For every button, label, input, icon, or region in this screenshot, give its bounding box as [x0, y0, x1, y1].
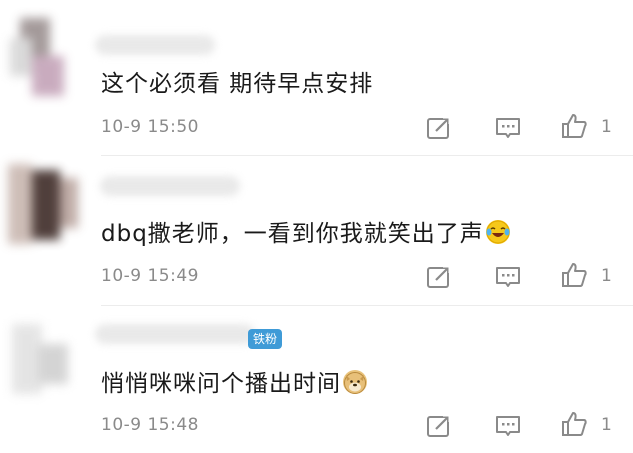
- comment-text: 悄悄咪咪问个播出时间: [101, 364, 367, 398]
- username-blurred[interactable]: [95, 35, 215, 55]
- share-edit-icon[interactable]: [425, 263, 453, 291]
- comment-text-content: dbq撒老师，一看到你我就笑出了声: [101, 221, 484, 247]
- like-count: 1: [601, 117, 612, 137]
- laugh-cry-emoji: [485, 220, 510, 244]
- comment-time: 10-9 15:50: [101, 117, 199, 137]
- comment-item: dbq撒老师，一看到你我就笑出了声 10-9 15:49 1: [0, 156, 633, 306]
- comment-time: 10-9 15:48: [101, 415, 199, 435]
- reply-comment-icon[interactable]: [494, 263, 522, 291]
- share-edit-icon[interactable]: [425, 412, 453, 440]
- avatar[interactable]: [2, 158, 80, 248]
- reply-comment-icon[interactable]: [494, 114, 522, 142]
- fan-badge: 铁粉: [248, 329, 283, 349]
- like-count: 1: [601, 266, 612, 286]
- avatar[interactable]: [2, 314, 80, 404]
- share-edit-icon[interactable]: [425, 114, 453, 142]
- comment-item: 铁粉 悄悄咪咪问个播出时间 10-9 15:48 1: [0, 306, 633, 453]
- comment-text-content: 悄悄咪咪问个播出时间: [101, 371, 341, 397]
- username-blurred[interactable]: [100, 176, 240, 196]
- thumb-up-icon[interactable]: [560, 410, 588, 438]
- thumb-up-icon[interactable]: [560, 112, 588, 140]
- username-blurred[interactable]: [95, 324, 255, 344]
- like-count: 1: [601, 415, 612, 435]
- comment-time: 10-9 15:49: [101, 266, 199, 286]
- comment-text: dbq撒老师，一看到你我就笑出了声: [101, 214, 510, 248]
- reply-comment-icon[interactable]: [494, 412, 522, 440]
- thumb-up-icon[interactable]: [560, 261, 588, 289]
- comment-text: 这个必须看 期待早点安排: [101, 71, 374, 97]
- avatar[interactable]: [2, 8, 80, 98]
- doge-emoji: [343, 370, 367, 394]
- comment-item: 这个必须看 期待早点安排 10-9 15:50 1: [0, 0, 633, 156]
